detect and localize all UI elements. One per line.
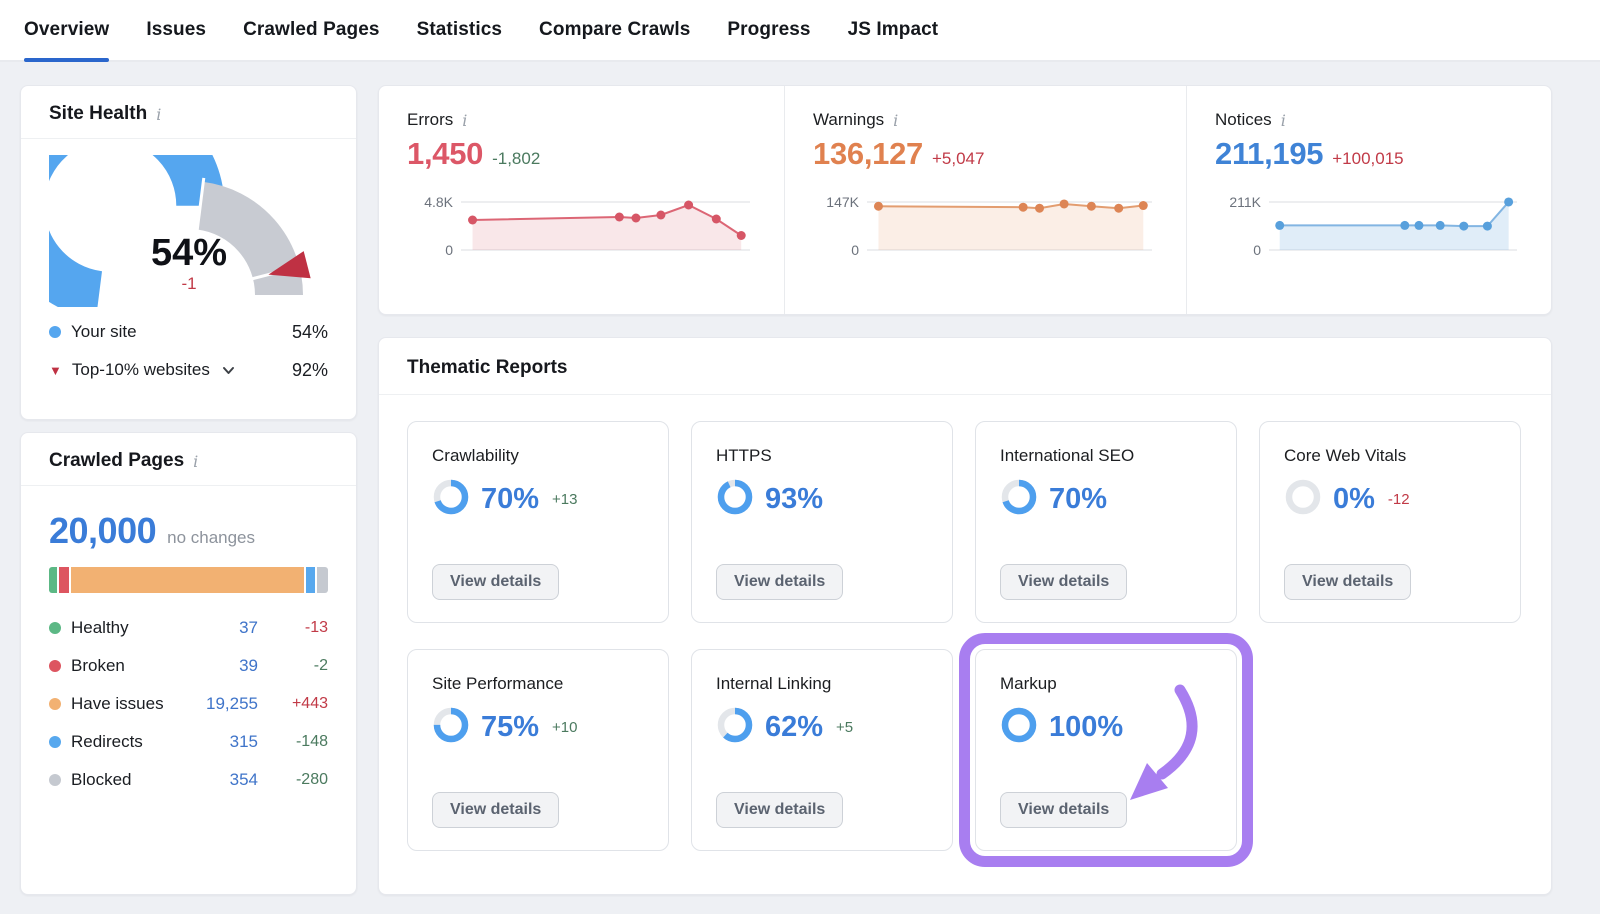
crawled-total-note: no changes bbox=[167, 528, 255, 548]
legend-row-your-site: Your site 54% bbox=[49, 313, 328, 351]
thematic-cards-grid: Crawlability 70% +13 View details HTTPS … bbox=[379, 395, 1551, 877]
benchmark-label: Top-10% websites bbox=[72, 360, 210, 380]
legend-dot-icon bbox=[49, 698, 61, 710]
info-icon[interactable]: i bbox=[893, 111, 898, 129]
info-icon[interactable]: i bbox=[193, 452, 198, 470]
legend-dot-icon bbox=[49, 660, 61, 672]
thematic-card-markup: Markup 100% View details bbox=[975, 649, 1237, 851]
crawled-pages-legend-row: Redirects 315 -148 bbox=[49, 723, 328, 761]
svg-text:4.8K: 4.8K bbox=[424, 194, 453, 210]
thematic-card-core-web-vitals: Core Web Vitals 0% -12 View details bbox=[1259, 421, 1521, 623]
notices-trend-chart: 211K 0 bbox=[1215, 188, 1523, 265]
nav-tab-overview[interactable]: Overview bbox=[24, 0, 109, 60]
thematic-reports-header: Thematic Reports bbox=[379, 338, 1551, 395]
crawled-pages-header: Crawled Pages i bbox=[21, 433, 356, 486]
benchmark-value: 92% bbox=[292, 360, 328, 381]
thematic-reports-panel: Thematic Reports Crawlability 70% +13 Vi… bbox=[378, 337, 1552, 895]
site-health-gauge: 54%-1 bbox=[21, 155, 356, 307]
view-details-button[interactable]: View details bbox=[716, 792, 843, 828]
chevron-down-icon[interactable] bbox=[222, 366, 235, 375]
top-nav: Overview Issues Crawled Pages Statistics… bbox=[0, 0, 1600, 62]
callout-arrow-icon bbox=[1114, 680, 1234, 828]
crawled-total: 20,000 bbox=[49, 510, 156, 552]
site-health-header: Site Health i bbox=[21, 86, 356, 139]
crawled-pages-legend-row: Blocked 354 -280 bbox=[49, 761, 328, 799]
crawled-pages-stacked-bar bbox=[49, 567, 328, 593]
info-icon[interactable]: i bbox=[156, 105, 161, 123]
crawled-pages-body: 20,000 no changes Healthy 37 -13 Broken … bbox=[21, 486, 356, 799]
crawled-pages-legend-row: Healthy 37 -13 bbox=[49, 609, 328, 647]
crawled-pages-legend-row: Have issues 19,255 +443 bbox=[49, 685, 328, 723]
nav-tab-progress[interactable]: Progress bbox=[727, 0, 810, 60]
view-details-button[interactable]: View details bbox=[432, 564, 559, 600]
issues-metrics-panel: Errors i 1,450 -1,802 4.8K0 Warnings i 1… bbox=[378, 85, 1552, 315]
score-donut-chart bbox=[716, 478, 754, 521]
score-donut-chart bbox=[432, 706, 470, 749]
svg-text:0: 0 bbox=[1253, 242, 1261, 258]
score-donut-chart bbox=[432, 478, 470, 521]
crawled-pages-title: Crawled Pages bbox=[49, 450, 184, 472]
legend-dot-icon bbox=[49, 622, 61, 634]
legend-dot-icon bbox=[49, 774, 61, 786]
svg-text:-1: -1 bbox=[181, 274, 196, 293]
bar-segment-redirects bbox=[306, 567, 315, 593]
svg-text:147K: 147K bbox=[826, 194, 859, 210]
view-details-button[interactable]: View details bbox=[1000, 792, 1127, 828]
svg-text:54%: 54% bbox=[150, 232, 226, 274]
thematic-card-https: HTTPS 93% View details bbox=[691, 421, 953, 623]
svg-text:0: 0 bbox=[851, 242, 859, 258]
errors-trend-chart: 4.8K 0 bbox=[407, 188, 756, 265]
svg-text:0: 0 bbox=[445, 242, 453, 258]
thematic-card-international-seo: International SEO 70% View details bbox=[975, 421, 1237, 623]
legend-row-benchmark[interactable]: ▼ Top-10% websites 92% bbox=[49, 351, 328, 389]
active-tab-underline bbox=[24, 58, 109, 62]
bar-segment-have-issues bbox=[71, 567, 304, 593]
view-details-button[interactable]: View details bbox=[432, 792, 559, 828]
notices-metric: Notices i 211,195 +100,015 211K0 bbox=[1186, 86, 1551, 314]
your-site-value: 54% bbox=[292, 322, 328, 343]
crawled-pages-legend: Healthy 37 -13 Broken 39 -2 Have issues … bbox=[49, 609, 328, 799]
nav-tab-crawled-pages[interactable]: Crawled Pages bbox=[243, 0, 379, 60]
score-donut-chart bbox=[1284, 478, 1322, 521]
thematic-card-internal-linking: Internal Linking 62% +5 View details bbox=[691, 649, 953, 851]
score-donut-chart bbox=[1000, 706, 1038, 749]
view-details-button[interactable]: View details bbox=[1284, 564, 1411, 600]
site-health-legend: Your site 54% ▼ Top-10% websites 92% bbox=[21, 309, 356, 389]
your-site-dot-icon bbox=[49, 326, 61, 338]
nav-tab-issues[interactable]: Issues bbox=[146, 0, 206, 60]
crawled-pages-legend-row: Broken 39 -2 bbox=[49, 647, 328, 685]
thematic-card-crawlability: Crawlability 70% +13 View details bbox=[407, 421, 669, 623]
site-health-title: Site Health bbox=[49, 103, 147, 125]
nav-tab-statistics[interactable]: Statistics bbox=[417, 0, 502, 60]
warnings-trend-chart: 147K 0 bbox=[813, 188, 1158, 265]
site-health-card: Site Health i 54%-1 Your site 54% ▼ Top-… bbox=[20, 85, 357, 420]
bar-segment-blocked bbox=[317, 567, 328, 593]
warnings-metric: Warnings i 136,127 +5,047 147K0 bbox=[784, 86, 1186, 314]
view-details-button[interactable]: View details bbox=[716, 564, 843, 600]
site-audit-overview-page: Overview Issues Crawled Pages Statistics… bbox=[0, 0, 1600, 914]
score-donut-chart bbox=[716, 706, 754, 749]
thematic-card-site-performance: Site Performance 75% +10 View details bbox=[407, 649, 669, 851]
benchmark-triangle-icon: ▼ bbox=[49, 364, 62, 377]
view-details-button[interactable]: View details bbox=[1000, 564, 1127, 600]
score-donut-chart bbox=[1000, 478, 1038, 521]
crawled-pages-card: Crawled Pages i 20,000 no changes Health… bbox=[20, 432, 357, 895]
thematic-reports-title: Thematic Reports bbox=[407, 357, 567, 379]
svg-text:211K: 211K bbox=[1229, 194, 1261, 210]
nav-tab-compare-crawls[interactable]: Compare Crawls bbox=[539, 0, 690, 60]
info-icon[interactable]: i bbox=[1281, 111, 1286, 129]
your-site-label: Your site bbox=[71, 322, 137, 342]
info-icon[interactable]: i bbox=[462, 111, 467, 129]
legend-dot-icon bbox=[49, 736, 61, 748]
nav-tab-js-impact[interactable]: JS Impact bbox=[848, 0, 939, 60]
errors-metric: Errors i 1,450 -1,802 4.8K0 bbox=[379, 86, 784, 314]
bar-segment-healthy bbox=[49, 567, 57, 593]
bar-segment-broken bbox=[59, 567, 69, 593]
